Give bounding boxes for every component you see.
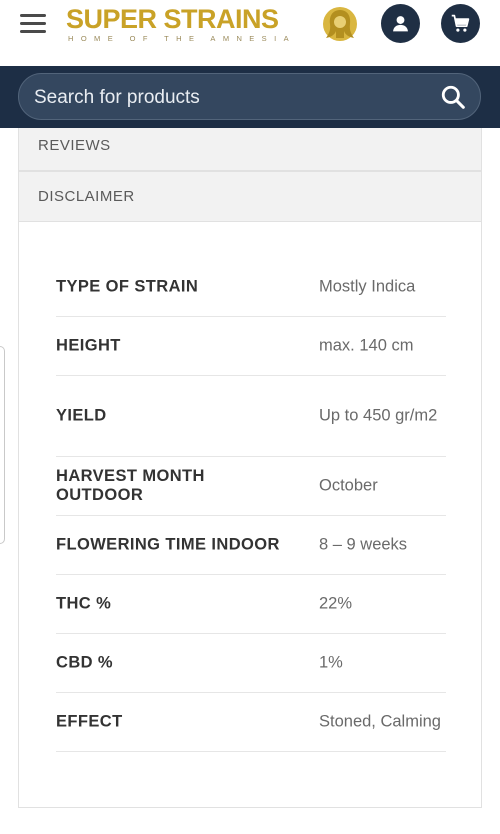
spec-value: Mostly Indica [319,277,416,296]
spec-row-strain-type: TYPE OF STRAIN Mostly Indica [56,258,446,317]
side-drawer-handle[interactable] [0,346,5,544]
spec-row-height: HEIGHT max. 140 cm [56,317,446,376]
product-specs-panel: TYPE OF STRAIN Mostly Indica HEIGHT max.… [18,222,482,808]
spec-value: October [319,476,378,495]
tab-disclaimer-label: DISCLAIMER [38,188,135,205]
tab-reviews[interactable]: REVIEWS [18,128,482,171]
search-icon[interactable] [440,84,466,110]
logo-emblem-icon [323,7,357,41]
spec-row-yield: YIELD Up to 450 gr/m2 [56,376,446,457]
spec-row-flowering-time: FLOWERING TIME INDOOR 8 – 9 weeks [56,516,446,575]
spec-value: 1% [319,653,343,672]
spec-value: 8 – 9 weeks [319,535,408,554]
tab-reviews-label: REVIEWS [38,137,111,154]
spec-value: Stoned, Calming [319,712,441,731]
cart-button[interactable] [441,4,480,43]
search-input[interactable]: Search for products [18,73,481,120]
account-button[interactable] [381,4,420,43]
spec-value: 22% [319,594,353,613]
spec-value: max. 140 cm [319,336,414,355]
site-logo[interactable]: SUPER STRAINS HOME OF THE AMNESIA [66,4,361,48]
cart-icon [451,14,470,32]
spec-key: HEIGHT [56,336,121,355]
spec-value: Up to 450 gr/m2 [319,406,438,425]
spec-key: EFFECT [56,712,123,731]
spec-row-cbd: CBD % 1% [56,634,446,693]
spec-key: CBD % [56,653,114,672]
spec-row-harvest-month: HARVEST MONTH OUTDOOR October [56,457,446,516]
tab-disclaimer[interactable]: DISCLAIMER [18,171,482,222]
spec-key: HARVEST MONTH OUTDOOR [56,467,205,504]
spec-row-effect: EFFECT Stoned, Calming [56,693,446,752]
search-bar: Search for products [0,66,500,128]
user-icon [393,16,408,32]
spec-row-thc: THC % 22% [56,575,446,634]
spec-key: THC % [56,594,112,613]
logo-tagline: HOME OF THE AMNESIA [68,34,296,43]
search-placeholder: Search for products [34,87,200,108]
spec-key: TYPE OF STRAIN [56,277,199,296]
spec-key: YIELD [56,406,107,425]
hamburger-menu-icon[interactable] [20,13,46,35]
spec-key: FLOWERING TIME INDOOR [56,535,280,554]
logo-text: SUPER STRAINS [66,4,279,34]
site-header: SUPER STRAINS HOME OF THE AMNESIA [0,0,500,66]
